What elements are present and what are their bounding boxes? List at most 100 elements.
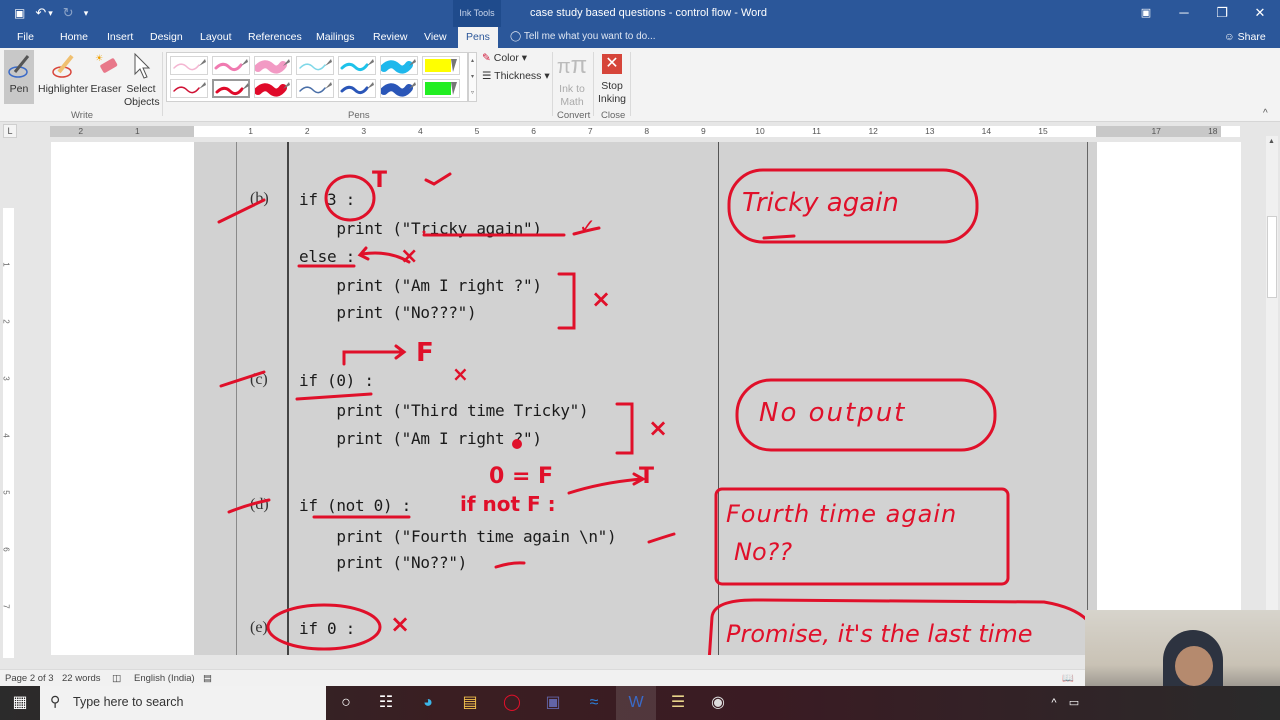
file-explorer-icon[interactable]: ▤: [456, 691, 484, 715]
pen-swatch[interactable]: [338, 79, 376, 98]
tab-insert[interactable]: Insert: [105, 27, 135, 48]
collapse-ribbon-icon[interactable]: ^: [1263, 108, 1268, 119]
ink-tick: [494, 561, 526, 569]
pen-swatch[interactable]: [170, 79, 208, 98]
ribbon-display-options-button[interactable]: ▣: [1127, 0, 1165, 27]
ink-tick: [219, 370, 266, 388]
ink-tools-context-label: Ink Tools: [453, 0, 501, 27]
pen-swatch[interactable]: [254, 79, 292, 98]
pens-group-label: Pens: [348, 110, 370, 121]
svg-text:☀: ☀: [95, 53, 103, 63]
pen-swatch[interactable]: [422, 56, 460, 75]
minimize-button[interactable]: ─: [1165, 0, 1203, 27]
tab-references[interactable]: References: [246, 27, 304, 48]
ink-tick: [227, 498, 271, 514]
ink-cross-mark: ×: [390, 610, 411, 638]
read-mode-icon[interactable]: 📖: [1062, 673, 1074, 684]
word-icon[interactable]: W: [616, 686, 656, 720]
eraser-button[interactable]: ☀ Eraser: [90, 50, 122, 96]
tab-layout[interactable]: Layout: [198, 27, 234, 48]
tab-file[interactable]: File: [15, 27, 36, 48]
ink-tick: [647, 532, 676, 544]
pen-swatch[interactable]: [170, 56, 208, 75]
close-button[interactable]: ✕: [1241, 0, 1279, 27]
macro-icon[interactable]: ▤: [203, 673, 212, 684]
pen-swatch[interactable]: [296, 79, 334, 98]
pen-swatch[interactable]: [212, 56, 250, 75]
restore-button[interactable]: ❐: [1203, 0, 1241, 27]
cortana-icon[interactable]: ○: [332, 691, 360, 715]
windows-start-icon[interactable]: ▦: [6, 691, 34, 715]
ruler-number: 6: [1, 547, 11, 552]
thickness-dropdown[interactable]: ☰ Thickness ▾: [482, 70, 550, 83]
opera-icon[interactable]: ◯: [498, 691, 526, 715]
select-objects-button[interactable]: Select Objects: [124, 50, 160, 109]
stop-inking-button[interactable]: ✕ Stop Inking: [596, 50, 628, 106]
pens-gallery: [166, 52, 468, 102]
ink-cross-mark: ×: [648, 414, 669, 442]
vertical-scrollbar[interactable]: ▲: [1266, 136, 1278, 656]
tab-mailings[interactable]: Mailings: [314, 27, 357, 48]
whiteboard-icon[interactable]: ≈: [580, 691, 608, 715]
tab-pens[interactable]: Pens: [458, 27, 498, 48]
customize-qat-icon[interactable]: ▾: [84, 8, 89, 19]
pen-swatch[interactable]: [380, 79, 418, 98]
taskbar-search[interactable]: ⚲ Type here to search: [40, 686, 326, 720]
obs-icon[interactable]: ◉: [704, 691, 732, 715]
undo-icon[interactable]: ↶: [35, 5, 46, 21]
python-file-icon[interactable]: ☰: [664, 691, 692, 715]
language[interactable]: English (India): [134, 673, 195, 684]
pen-swatch[interactable]: [254, 56, 292, 75]
gallery-scroll[interactable]: ▴ ▾ ▿: [468, 52, 477, 102]
proofing-icon[interactable]: ◫: [112, 673, 121, 684]
ink-true-mark: T: [372, 168, 388, 193]
highlighter-label: Highlighter: [38, 83, 89, 95]
ink-underline: [295, 392, 373, 401]
eraser-label: Eraser: [90, 83, 122, 95]
scroll-up-icon[interactable]: ▲: [1268, 138, 1275, 145]
redo-icon[interactable]: ↻: [63, 5, 74, 21]
pen-icon: [8, 55, 30, 78]
pen-swatch[interactable]: [422, 79, 460, 98]
tab-view[interactable]: View: [422, 27, 449, 48]
share-button[interactable]: ☺ Share: [1224, 31, 1266, 43]
highlighter-button[interactable]: Highlighter: [38, 50, 88, 96]
ink-tick: [217, 198, 266, 224]
task-view-icon[interactable]: ☷: [372, 691, 400, 715]
battery-icon[interactable]: ▭: [1060, 691, 1088, 715]
tab-home[interactable]: Home: [58, 27, 90, 48]
undo-dropdown-icon[interactable]: ▾: [48, 8, 53, 19]
pen-button[interactable]: Pen: [4, 50, 34, 104]
pen-swatch[interactable]: [338, 56, 376, 75]
tab-design[interactable]: Design: [148, 27, 185, 48]
ruler-number: 9: [701, 126, 706, 136]
answer-d-line2: No??: [734, 538, 793, 566]
ribbon-pens: Pen Highlighter ☀ Eraser Select Objects …: [0, 48, 1280, 122]
ink-layer[interactable]: [194, 142, 1097, 655]
teams-icon[interactable]: ▣: [539, 691, 567, 715]
separator: [630, 52, 631, 116]
save-icon[interactable]: ▣: [14, 6, 25, 20]
edge-icon[interactable]: ◕: [414, 691, 442, 715]
pen-swatch[interactable]: [296, 56, 334, 75]
tell-me-search[interactable]: ◯ Tell me what you want to do...: [510, 31, 656, 42]
vertical-ruler[interactable]: 1 2 3 4 5 6 7: [1, 208, 14, 658]
pi-icon: ππ: [556, 52, 588, 79]
word-count[interactable]: 22 words: [62, 673, 101, 684]
taskbar: ▦ ⚲ Type here to search ○ ☷ ◕ ▤ ◯ ▣ ≈ W …: [0, 686, 1280, 720]
pen-swatch[interactable]: [212, 79, 250, 98]
color-dropdown[interactable]: ✎ Color ▾: [482, 52, 527, 65]
scanned-image[interactable]: (b) if 3 : print ("Tricky again") else :…: [194, 142, 1097, 655]
title-bar: ▣ ↶ ▾ ↻ ▾ Ink Tools case study based que…: [0, 0, 1280, 27]
ruler-number: 14: [981, 126, 992, 136]
presenter-face: [1175, 646, 1213, 686]
page-count[interactable]: Page 2 of 3: [5, 673, 54, 684]
tab-review[interactable]: Review: [371, 27, 409, 48]
ruler-number: 15: [1038, 126, 1048, 136]
tab-selector[interactable]: L: [3, 124, 17, 138]
ink-to-math-button[interactable]: ππ Ink to Math: [556, 50, 588, 109]
pen-swatch[interactable]: [380, 56, 418, 75]
scrollbar-thumb[interactable]: [1267, 216, 1277, 298]
horizontal-ruler[interactable]: 2 1 1 2 3 4 5 6 7 8 9 10 11 12 13 14 15 17 18: [50, 126, 1240, 137]
document-area[interactable]: (b) if 3 : print ("Tricky again") else :…: [17, 140, 1267, 655]
